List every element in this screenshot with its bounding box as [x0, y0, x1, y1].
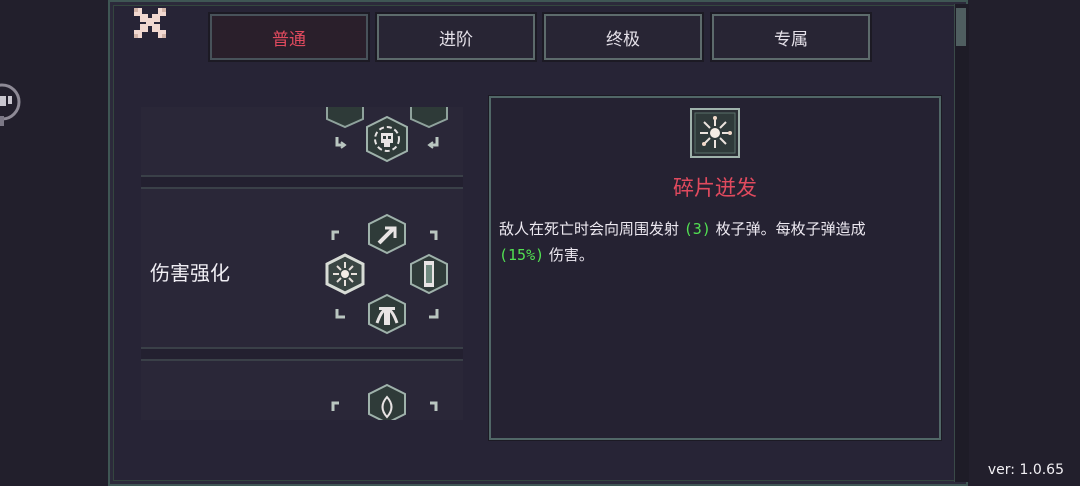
- upgrade-card[interactable]: [141, 359, 463, 420]
- bullet-count: (3): [683, 220, 711, 238]
- tab-advanced[interactable]: 进阶: [375, 12, 537, 62]
- scrollbar-track[interactable]: [954, 4, 969, 482]
- upgrade-card[interactable]: [141, 107, 463, 177]
- upgrade-tree-icons: [326, 107, 448, 163]
- tab-exclusive[interactable]: 专属: [710, 12, 872, 62]
- tab-ultimate[interactable]: 终极: [542, 12, 704, 62]
- damage-percent: (15%): [499, 246, 545, 264]
- tab-normal[interactable]: 普通: [208, 12, 370, 62]
- upgrade-tree-icons: [325, 213, 448, 335]
- pillar-icon: [410, 253, 448, 295]
- version-label: ver: 1.0.65: [987, 462, 1064, 478]
- arrow-up-icon: [368, 213, 406, 255]
- scrollbar-thumb[interactable]: [956, 8, 966, 46]
- close-button[interactable]: [130, 4, 170, 40]
- upgrade-list[interactable]: 伤害强化: [141, 107, 463, 420]
- skull-target-icon: [366, 115, 408, 163]
- fountain-icon: [368, 293, 406, 335]
- shard-burst-icon: [690, 108, 740, 158]
- upgrade-card[interactable]: 伤害强化: [141, 187, 463, 349]
- burst-icon: [325, 253, 365, 295]
- close-icon: [134, 8, 166, 38]
- flame-icon: [368, 383, 406, 420]
- side-handle-icon[interactable]: [0, 82, 22, 126]
- detail-description: 敌人在死亡时会向周围发射 (3) 枚子弹。每枚子弹造成 (15%) 伤害。: [499, 220, 866, 264]
- upgrade-tree-icons: [331, 383, 438, 420]
- detail-title: 碎片迸发: [673, 176, 757, 200]
